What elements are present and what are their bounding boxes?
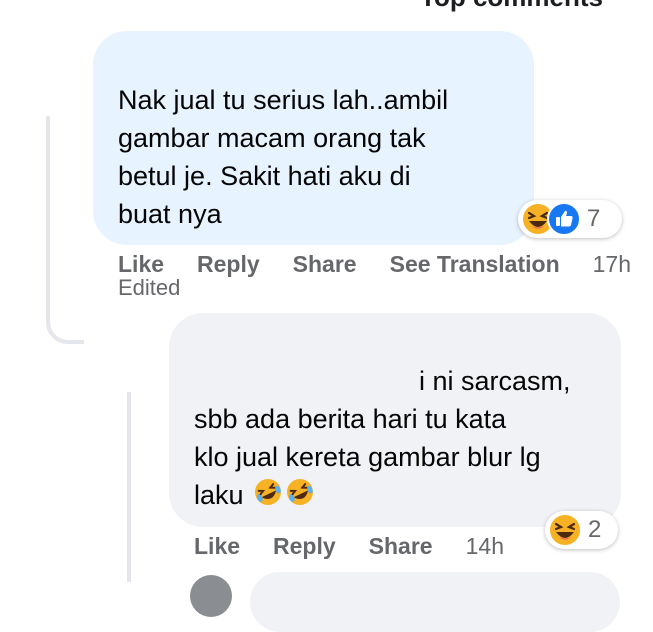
rofl-emoji-icon [285,477,315,517]
laugh-react-icon [548,513,582,547]
reaction-summary[interactable]: 2 [545,511,618,549]
comment-text-line: betul je. Sakit hati aku di [118,161,411,191]
rofl-emoji-icon [253,477,283,517]
comment-text-line: buat nya [118,199,222,229]
reaction-count: 2 [588,516,602,543]
reply-button[interactable]: Reply [273,533,336,560]
like-button[interactable]: Like [118,251,164,278]
comment-text-line: klo jual kereta gambar blur lg [194,442,541,472]
reaction-count: 7 [587,205,601,232]
share-button[interactable]: Share [293,251,357,278]
comment-text-line: i ni sarcasm, [419,366,571,396]
reaction-summary[interactable]: 7 [518,200,622,238]
comment-text-line: laku [194,476,593,517]
comment-text-fragment: laku [194,480,244,510]
like-react-icon [547,202,581,236]
share-button[interactable]: Share [369,533,433,560]
reply-bubble[interactable]: i ni sarcasm, sbb ada berita hari tu kat… [169,313,621,527]
thread-line-main [46,116,50,316]
see-translation-button[interactable]: See Translation [390,251,560,278]
like-button[interactable]: Like [194,533,240,560]
avatar[interactable] [190,575,232,617]
comment-text-line: gambar macam orang tak [118,123,426,153]
comment-actions: Like Reply Share See Translation 17h [118,251,631,278]
comment-bubble[interactable]: Nak jual tu serius lah..ambil gambar mac… [93,31,534,245]
thread-line-reply [127,392,131,582]
comment-timestamp[interactable]: 14h [466,533,504,560]
edited-label: Edited [118,275,181,300]
reply-button[interactable]: Reply [197,251,260,278]
comment-text-line: sbb ada berita hari tu kata [194,404,507,434]
comment-text-line: Nak jual tu serius lah..ambil [118,85,449,115]
thread-connector [46,300,84,344]
comment-actions: Like Reply Share 14h [194,533,504,560]
comment-timestamp[interactable]: 17h [593,251,631,278]
comments-section-header: Top comments [420,0,603,13]
comment-bubble[interactable] [250,572,620,632]
